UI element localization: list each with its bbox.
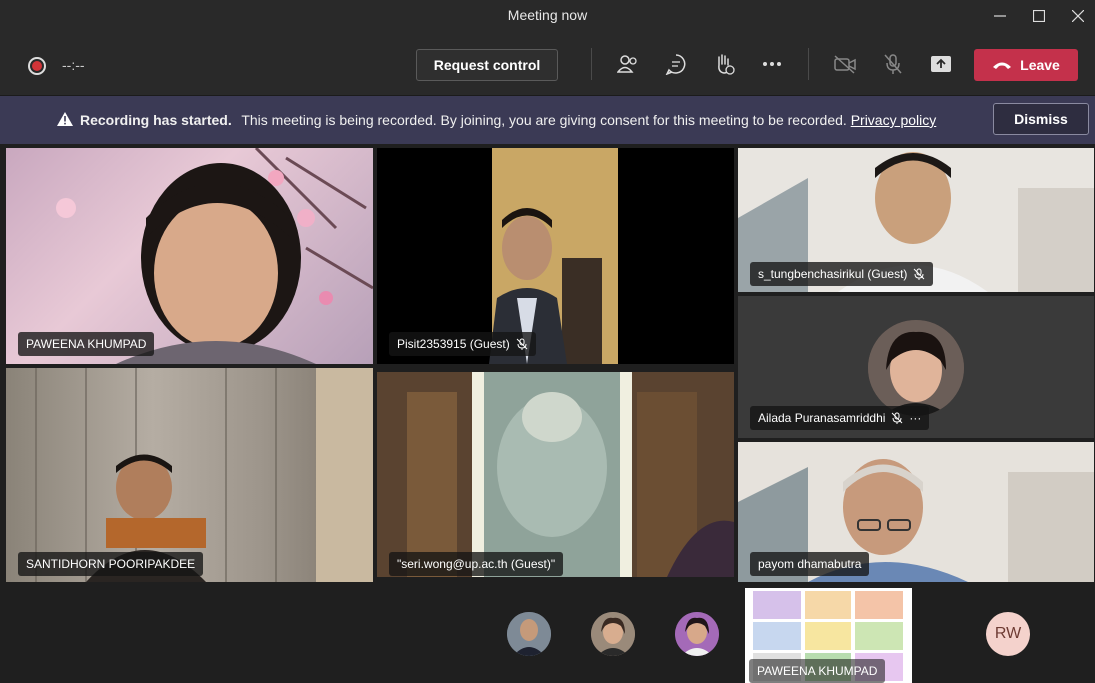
leave-button[interactable]: Leave: [974, 49, 1078, 81]
camera-off-icon: [834, 55, 856, 74]
video-tile[interactable]: SANTIDHORN POORIPAKDEE: [6, 368, 373, 582]
chat-icon: [665, 54, 686, 75]
raise-hand-button[interactable]: [712, 52, 736, 76]
recording-icon: [28, 57, 46, 75]
more-icon: [763, 62, 781, 66]
title-bar: Meeting now: [0, 0, 1095, 32]
mic-toggle-button[interactable]: [881, 52, 905, 76]
close-window-button[interactable]: [1058, 0, 1095, 32]
avatar-photo: [507, 612, 551, 656]
participant-name: "seri.wong@up.ac.th (Guest)": [397, 557, 556, 571]
participant-name-tag: Pisit2353915 (Guest): [389, 332, 536, 356]
avatar-initials[interactable]: RW: [986, 612, 1030, 656]
leave-label: Leave: [1020, 57, 1060, 73]
more-actions-button[interactable]: [760, 52, 784, 76]
raise-hand-icon: [718, 54, 735, 75]
video-tile[interactable]: PAWEENA KHUMPAD: [6, 148, 373, 364]
toolbar-divider: [591, 48, 592, 80]
video-tile[interactable]: s_tungbenchasirikul (Guest): [738, 148, 1094, 292]
chat-button[interactable]: [664, 52, 688, 76]
camera-toggle-button[interactable]: [833, 52, 857, 76]
avatar: [868, 320, 964, 416]
video-tile[interactable]: "seri.wong@up.ac.th (Guest)": [377, 372, 734, 577]
avatar-photo: [675, 612, 719, 656]
video-tile[interactable]: Pisit2353915 (Guest): [377, 148, 734, 364]
participant-name-tag: PAWEENA KHUMPAD: [749, 659, 886, 683]
participants-button[interactable]: [616, 52, 640, 76]
participants-icon: [617, 55, 637, 73]
maximize-icon: [1033, 10, 1045, 22]
participant-name-tag: Ailada Puranasamriddhi ···: [750, 406, 930, 430]
participant-video: [377, 372, 734, 577]
participant-name: Pisit2353915 (Guest): [397, 337, 510, 351]
meeting-timer: --:--: [62, 57, 85, 73]
close-icon: [1072, 10, 1084, 22]
avatar[interactable]: [507, 612, 551, 656]
video-tile[interactable]: payom dhamabutra: [738, 442, 1094, 582]
meeting-toolbar: --:-- Request control Leave: [0, 32, 1095, 96]
avatar[interactable]: [675, 612, 719, 656]
mic-off-icon: [516, 338, 528, 350]
mic-off-icon: [892, 412, 903, 424]
warning-icon: [57, 112, 73, 126]
participant-name-tag: payom dhamabutra: [750, 552, 870, 576]
banner-title: Recording has started.: [80, 112, 232, 128]
toolbar-divider: [808, 48, 809, 80]
participant-name: Ailada Puranasamriddhi: [758, 411, 886, 425]
participant-name: SANTIDHORN POORIPAKDEE: [26, 557, 196, 571]
window-title: Meeting now: [507, 7, 588, 23]
request-control-button[interactable]: Request control: [416, 49, 558, 81]
minimize-button[interactable]: [980, 0, 1020, 32]
video-tile[interactable]: Ailada Puranasamriddhi ···: [738, 296, 1094, 438]
avatar-photo: [591, 612, 635, 656]
banner-text: Recording has started. This meeting is b…: [80, 112, 936, 128]
participant-more-button[interactable]: ···: [909, 411, 921, 425]
shared-screen-thumbnail[interactable]: PAWEENA KHUMPAD: [745, 588, 912, 683]
privacy-policy-link[interactable]: Privacy policy: [851, 112, 937, 128]
share-icon: [931, 56, 951, 72]
recording-banner: Recording has started. This meeting is b…: [0, 96, 1095, 144]
avatar[interactable]: [591, 612, 635, 656]
mic-off-icon: [914, 268, 925, 280]
participant-name-tag: s_tungbenchasirikul (Guest): [750, 262, 934, 286]
maximize-button[interactable]: [1019, 0, 1059, 32]
dismiss-button[interactable]: Dismiss: [993, 103, 1089, 135]
participant-name-tag: PAWEENA KHUMPAD: [18, 332, 155, 356]
share-button[interactable]: [929, 52, 953, 76]
participant-name-tag: SANTIDHORN POORIPAKDEE: [18, 552, 204, 576]
minimize-icon: [994, 15, 1006, 17]
participant-name: payom dhamabutra: [758, 557, 862, 571]
participant-name-tag: "seri.wong@up.ac.th (Guest)": [389, 552, 564, 576]
participant-name: s_tungbenchasirikul (Guest): [758, 267, 908, 281]
avatar-photo: [868, 320, 964, 416]
participant-name: PAWEENA KHUMPAD: [26, 337, 147, 351]
participant-name: PAWEENA KHUMPAD: [757, 664, 878, 678]
hangup-icon: [993, 62, 1012, 69]
participant-video: [35, 368, 373, 582]
mic-off-icon: [884, 54, 902, 74]
banner-message: This meeting is being recorded. By joini…: [241, 112, 847, 128]
